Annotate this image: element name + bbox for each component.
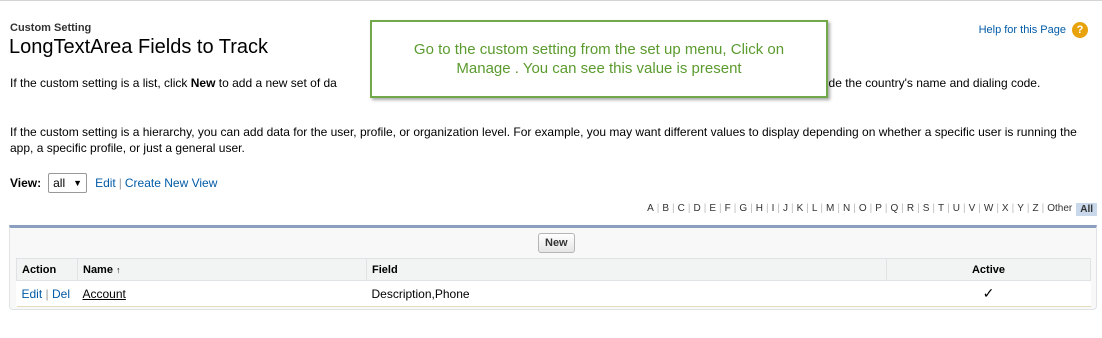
table-row: Edit | Del Account Description,Phone ✓: [16, 280, 1091, 307]
help-icon[interactable]: ?: [1072, 22, 1088, 38]
view-bar: View: all ▼ Edit | Create New View: [10, 173, 217, 193]
column-field: Field: [366, 258, 887, 281]
row-edit-link[interactable]: Edit: [22, 287, 43, 301]
sort-up-icon: ↑: [116, 264, 121, 275]
column-name[interactable]: Name ↑: [77, 258, 367, 281]
alpha-filter-u[interactable]: U: [951, 203, 962, 216]
intro-paragraph-hierarchy: If the custom setting is a hierarchy, yo…: [10, 125, 1077, 155]
action-cell: Edit | Del: [16, 280, 78, 307]
separator: |: [45, 286, 49, 301]
active-checkmark-icon: ✓: [886, 280, 1091, 307]
chevron-down-icon: ▼: [73, 178, 83, 188]
page-supertitle: Custom Setting: [10, 22, 92, 34]
new-button[interactable]: New: [538, 233, 575, 253]
column-action: Action: [16, 258, 78, 281]
alpha-filter-n[interactable]: N: [841, 203, 852, 216]
records-table: Action Name ↑ Field Active Edit | Del Ac…: [16, 258, 1091, 307]
alpha-filter-d[interactable]: D: [692, 203, 703, 216]
alpha-filter-w[interactable]: W: [982, 203, 995, 216]
alpha-filter-j[interactable]: J: [781, 203, 790, 216]
create-new-view-link[interactable]: Create New View: [125, 176, 217, 190]
alpha-filter-f[interactable]: F: [723, 203, 733, 216]
alpha-filter-y[interactable]: Y: [1015, 203, 1026, 216]
annotation-callout: Go to the custom setting from the set up…: [370, 20, 828, 98]
name-cell: Account: [77, 280, 367, 307]
alpha-filter-b[interactable]: B: [660, 203, 671, 216]
alpha-filter-r[interactable]: R: [905, 203, 916, 216]
alpha-filter-all[interactable]: All: [1076, 203, 1097, 216]
table-header-row: Action Name ↑ Field Active: [16, 258, 1091, 281]
separator: |: [118, 176, 122, 190]
view-select[interactable]: all ▼: [48, 173, 88, 193]
field-cell: Description,Phone: [366, 280, 887, 307]
list-block: New Action Name ↑ Field Active Edit | De…: [9, 225, 1097, 310]
page-title: LongTextArea Fields to Track: [9, 36, 269, 58]
help-link[interactable]: Help for this Page: [979, 24, 1066, 36]
alpha-filter-c[interactable]: C: [676, 203, 687, 216]
alpha-filter: A | B | C | D | E | F | G | H | I | J | K | L | M | N | O | P | Q | R | S | T |…: [645, 203, 1097, 216]
column-name-label: Name: [83, 263, 113, 276]
alpha-filter-s[interactable]: S: [921, 203, 932, 216]
alpha-filter-z[interactable]: Z: [1030, 203, 1040, 216]
alpha-filter-p[interactable]: P: [873, 203, 884, 216]
intro-text: If the custom setting is a list, click: [10, 76, 191, 90]
alpha-filter-l[interactable]: L: [810, 203, 820, 216]
record-name-link[interactable]: Account: [83, 287, 126, 301]
alpha-filter-k[interactable]: K: [795, 203, 806, 216]
intro-new-keyword: New: [190, 76, 216, 90]
alpha-filter-other[interactable]: Other: [1045, 203, 1074, 216]
alpha-filter-q[interactable]: Q: [889, 203, 901, 216]
alpha-filter-o[interactable]: O: [857, 203, 869, 216]
annotation-text: Go to the custom setting from the set up…: [413, 41, 785, 77]
column-active: Active: [886, 258, 1091, 281]
alpha-filter-v[interactable]: V: [967, 203, 978, 216]
row-delete-link[interactable]: Del: [52, 287, 70, 301]
alpha-filter-x[interactable]: X: [1000, 203, 1011, 216]
alpha-filter-g[interactable]: G: [737, 203, 749, 216]
view-select-value: all: [53, 176, 66, 190]
alpha-filter-m[interactable]: M: [824, 203, 836, 216]
alpha-filter-h[interactable]: H: [754, 203, 765, 216]
intro-text: to add a new set of da: [215, 76, 337, 90]
edit-view-link[interactable]: Edit: [95, 176, 116, 190]
view-label: View:: [10, 176, 42, 190]
help-link-group[interactable]: Help for this Page ?: [979, 22, 1088, 38]
alpha-filter-i[interactable]: I: [770, 203, 777, 216]
alpha-filter-e[interactable]: E: [707, 203, 718, 216]
alpha-filter-a[interactable]: A: [645, 203, 656, 216]
alpha-filter-t[interactable]: T: [936, 203, 946, 216]
